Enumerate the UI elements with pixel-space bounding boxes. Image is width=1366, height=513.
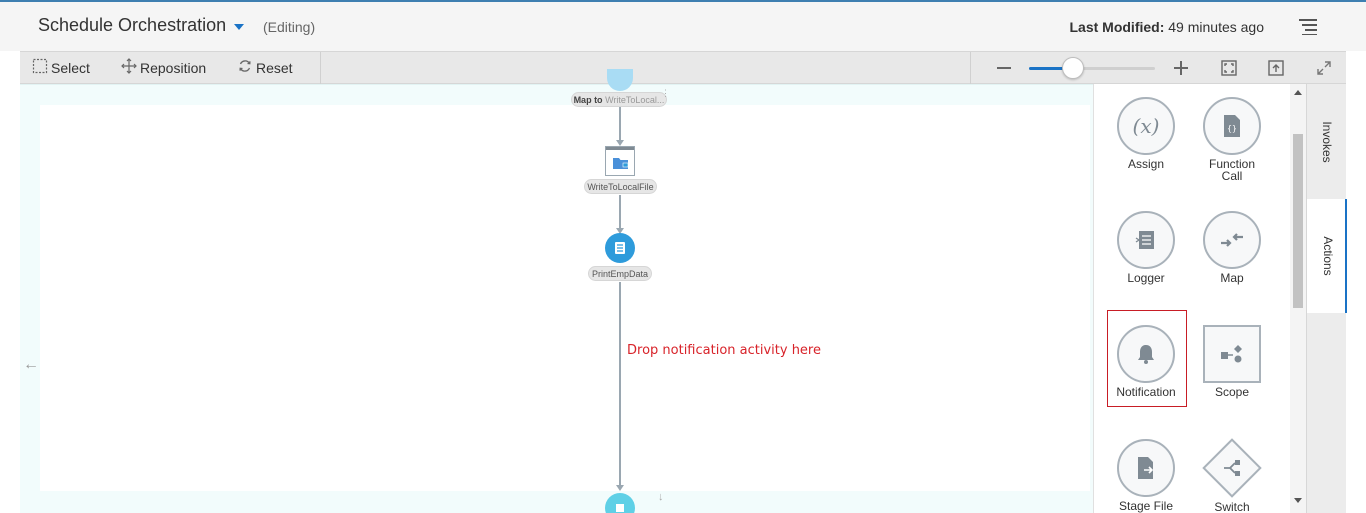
toolbar-divider [320, 52, 321, 84]
palette-scrollbar[interactable] [1290, 84, 1306, 513]
palette-logger[interactable]: Logger [1106, 211, 1186, 284]
palette-notification[interactable]: Notification [1106, 325, 1186, 398]
variable-x-icon: (x) [1117, 97, 1175, 155]
page-title: Schedule Orchestration [38, 15, 227, 35]
menu-icon[interactable] [1299, 19, 1317, 35]
write-node-label[interactable]: WriteToLocalFile [584, 179, 657, 194]
zoom-controls [970, 52, 1346, 84]
map-arrows-icon [1203, 211, 1261, 269]
fit-to-screen-icon[interactable] [1219, 58, 1239, 78]
select-button[interactable]: Select [32, 52, 90, 84]
page-header: Schedule Orchestration (Editing) Last Mo… [0, 0, 1366, 51]
drop-hint: Drop notification activity here [627, 343, 821, 358]
scroll-down-arrow-icon[interactable]: ↓ [658, 491, 664, 503]
last-modified-label: Last Modified: [1069, 19, 1165, 35]
palette-map[interactable]: Map [1192, 211, 1272, 284]
side-tabs: Invokes Actions [1306, 84, 1347, 513]
select-icon [32, 53, 48, 85]
switch-icon [1201, 437, 1263, 499]
title-dropdown-icon[interactable] [234, 24, 244, 30]
stage-file-icon [1117, 439, 1175, 497]
palette-scroll-thumb[interactable] [1293, 134, 1303, 308]
reposition-button[interactable]: Reposition [121, 52, 206, 84]
move-icon [121, 53, 137, 85]
node-menu-icon[interactable]: ⋮ [661, 88, 670, 99]
bell-icon [1117, 325, 1175, 383]
last-modified: Last Modified: 49 minutes ago [1069, 19, 1264, 35]
logger-icon [1117, 211, 1175, 269]
reposition-label: Reposition [140, 60, 207, 76]
svg-text:{}: {} [1227, 124, 1237, 133]
integration-editor: Schedule Orchestration (Editing) Last Mo… [0, 0, 1366, 513]
palette-switch[interactable]: Switch [1192, 437, 1272, 513]
logger-node[interactable] [605, 233, 635, 263]
reset-button[interactable]: Reset [237, 52, 293, 84]
logger-node-icon [615, 242, 625, 254]
reset-label: Reset [256, 60, 293, 76]
scroll-down-icon[interactable] [1294, 498, 1302, 503]
scope-icon [1203, 325, 1261, 383]
zoom-in-icon[interactable] [1171, 58, 1191, 78]
select-label: Select [51, 60, 90, 76]
zoom-slider-thumb[interactable] [1062, 57, 1084, 79]
folder-icon [613, 158, 629, 169]
palette-stage-file[interactable]: Stage File [1106, 439, 1186, 512]
export-icon[interactable] [1266, 58, 1286, 78]
flow-arrow-icon [616, 485, 624, 491]
zoom-out-icon[interactable] [994, 58, 1014, 78]
orchestration-canvas[interactable]: ← Map to WriteToLocal... ⋮ WriteToLocalF… [20, 69, 1093, 513]
palette-function-call[interactable]: {} Function Call [1192, 97, 1272, 182]
last-modified-value: 49 minutes ago [1168, 19, 1264, 35]
end-node[interactable] [605, 493, 635, 513]
tab-actions[interactable]: Actions [1307, 199, 1347, 313]
flow-connector [619, 107, 621, 142]
expand-icon[interactable] [1314, 58, 1334, 78]
write-file-node[interactable] [605, 146, 635, 176]
flow-connector [619, 195, 621, 230]
collapse-left-arrow-icon[interactable]: ← [23, 356, 39, 374]
canvas-toolbar: Select Reposition Reset [20, 51, 1346, 84]
reset-icon [237, 53, 253, 85]
palette-assign[interactable]: (x) Assign [1106, 97, 1186, 170]
scroll-up-icon[interactable] [1294, 90, 1302, 95]
print-node-label[interactable]: PrintEmpData [588, 266, 652, 281]
map-node-label[interactable]: Map to WriteToLocal... [571, 92, 667, 107]
editing-status: (Editing) [263, 19, 316, 35]
palette-scope[interactable]: Scope [1192, 325, 1272, 398]
map-node-icon[interactable] [607, 69, 633, 91]
canvas-drawing-area [40, 105, 1090, 491]
zoom-slider[interactable] [1029, 57, 1155, 79]
tab-invokes[interactable]: Invokes [1307, 84, 1347, 199]
flow-connector [619, 282, 621, 487]
function-doc-icon: {} [1203, 97, 1261, 155]
